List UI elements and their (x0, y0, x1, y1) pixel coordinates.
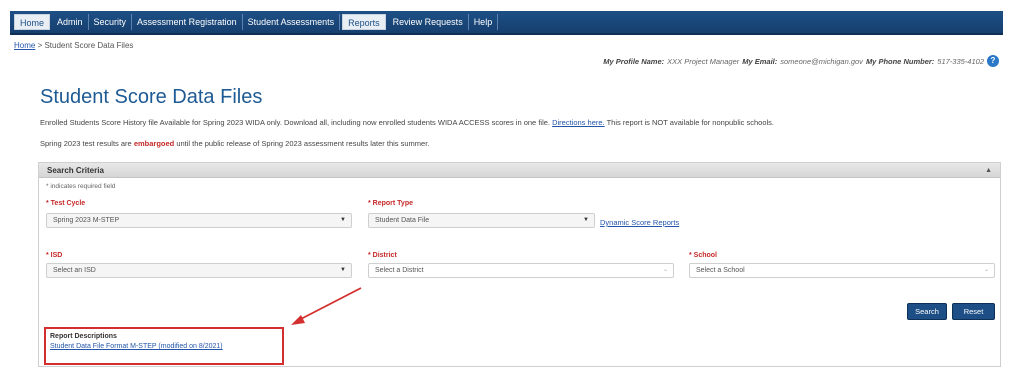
report-type-label: * Report Type (368, 200, 413, 207)
page-title: Student Score Data Files (40, 86, 263, 108)
nav-item-home[interactable]: Home (14, 14, 51, 30)
chevron-down-icon: ▼ (340, 217, 346, 223)
isd-label: * ISD (46, 252, 63, 259)
chevron-down-icon: ⌄ (662, 267, 668, 273)
profile-phone-value: 517-335-4102 (937, 56, 984, 66)
school-label: * School (689, 252, 718, 259)
profile-email-label: My Email: (742, 56, 778, 66)
collapse-icon[interactable]: ▲ (985, 167, 992, 174)
chevron-down-icon: ▼ (340, 267, 346, 273)
district-label: * District (368, 252, 397, 259)
search-criteria-title: Search Criteria (47, 165, 104, 175)
top-nav-bar: Home Admin Security Assessment Registration… (10, 11, 1003, 35)
breadcrumb-current: Student Score Data Files (44, 41, 134, 50)
report-format-link[interactable]: Student Data File Format M-STEP (modifie… (50, 343, 278, 350)
required-note: * indicates required field (46, 183, 116, 190)
profile-name-value: XXX Project Manager (667, 56, 740, 66)
search-criteria-header[interactable]: Search Criteria ▲ (39, 163, 1000, 178)
nav-item-admin[interactable]: Admin (52, 14, 89, 30)
chevron-down-icon: ▼ (583, 217, 589, 223)
report-descriptions-box: Report Descriptions Student Data File Fo… (44, 327, 284, 365)
embargo-post: until the public release of Spring 2023 … (176, 139, 430, 148)
info-wida-text: Enrolled Students Score History file Ava… (40, 118, 550, 127)
reset-button[interactable]: Reset (952, 303, 995, 320)
embargo-emphasis: embargoed (133, 139, 175, 148)
test-cycle-label: * Test Cycle (46, 200, 86, 207)
report-descriptions-title: Report Descriptions (50, 333, 117, 340)
dynamic-score-reports-link[interactable]: Dynamic Score Reports (600, 218, 679, 227)
profile-name-label: My Profile Name: (603, 56, 665, 66)
district-value: Select a District (375, 267, 424, 274)
profile-info: My Profile Name: XXX Project Manager My … (603, 55, 999, 67)
nav-item-reports[interactable]: Reports (342, 14, 386, 30)
nav-item-student-assessments[interactable]: Student Assessments (243, 14, 341, 30)
info-line-wida: Enrolled Students Score History file Ava… (40, 118, 774, 127)
isd-value: Select an ISD (53, 267, 96, 274)
report-type-select[interactable]: Student Data File ▼ (368, 213, 595, 228)
directions-link[interactable]: Directions here. (552, 118, 605, 127)
info-nonpublic-text: This report is NOT available for nonpubl… (606, 118, 775, 127)
help-icon[interactable]: ? (987, 55, 999, 67)
nav-list: Home Admin Security Assessment Registration… (10, 11, 1003, 33)
school-value: Select a School (696, 267, 745, 274)
nav-item-review-requests[interactable]: Review Requests (388, 14, 469, 30)
report-type-value: Student Data File (375, 217, 430, 224)
nav-item-help[interactable]: Help (469, 14, 499, 30)
test-cycle-select[interactable]: Spring 2023 M-STEP ▼ (46, 213, 352, 228)
search-criteria-panel: Search Criteria ▲ * indicates required f… (38, 162, 1001, 367)
breadcrumb: Home > Student Score Data Files (14, 41, 133, 50)
nav-item-assessment-registration[interactable]: Assessment Registration (132, 14, 243, 30)
info-line-embargo: Spring 2023 test results are embargoed u… (40, 139, 429, 148)
profile-phone-label: My Phone Number: (865, 56, 935, 66)
embargo-pre: Spring 2023 test results are (40, 139, 132, 148)
search-button[interactable]: Search (907, 303, 947, 320)
isd-select[interactable]: Select an ISD ▼ (46, 263, 352, 278)
district-select[interactable]: Select a District ⌄ (368, 263, 674, 278)
breadcrumb-home-link[interactable]: Home (14, 41, 35, 50)
profile-email-value: someone@michigan.gov (780, 56, 863, 66)
test-cycle-value: Spring 2023 M-STEP (53, 217, 120, 224)
chevron-down-icon: ⌄ (983, 267, 989, 273)
school-select[interactable]: Select a School ⌄ (689, 263, 995, 278)
nav-item-security[interactable]: Security (89, 14, 133, 30)
